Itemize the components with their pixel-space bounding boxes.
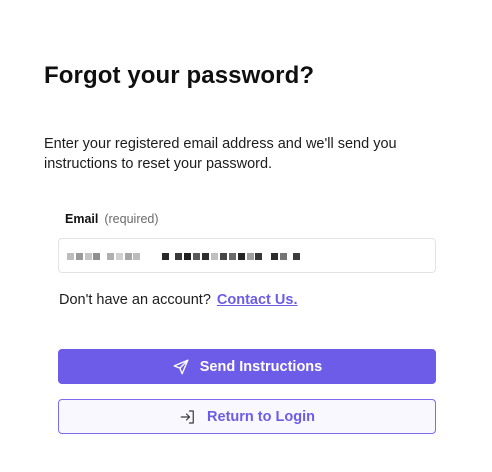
return-to-login-button[interactable]: Return to Login [58,399,436,434]
contact-us-link[interactable]: Contact Us. [217,292,298,308]
send-instructions-button[interactable]: Send Instructions [58,349,436,384]
return-to-login-label: Return to Login [207,408,315,425]
required-note: (required) [104,212,159,226]
account-prompt: Don't have an account? [59,292,211,308]
account-prompt-row: Don't have an account? Contact Us. [59,292,297,308]
email-field[interactable] [58,238,436,273]
page-title: Forgot your password? [44,62,315,89]
send-instructions-label: Send Instructions [199,358,323,375]
email-label-text: Email [65,212,99,226]
page-description: Enter your registered email address and … [44,136,397,172]
email-label: Email (required) [65,212,159,226]
login-arrow-icon [179,408,197,426]
paper-plane-icon [172,358,190,376]
